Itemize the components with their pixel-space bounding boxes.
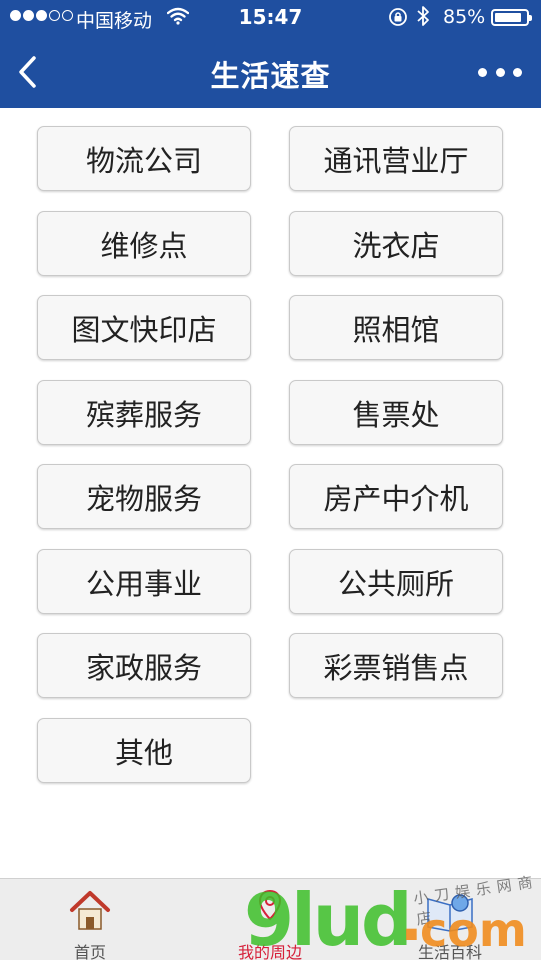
category-button[interactable]: 售票处	[289, 380, 503, 445]
watermark-main-text: 9lud	[244, 878, 413, 962]
category-button[interactable]: 宠物服务	[37, 464, 251, 529]
battery-level	[495, 13, 521, 22]
battery-icon	[491, 9, 532, 26]
home-icon	[70, 891, 110, 930]
watermark-suffix-text: com	[420, 903, 527, 957]
category-button[interactable]: 其他	[37, 718, 251, 783]
category-button[interactable]: 物流公司	[37, 126, 251, 191]
category-button[interactable]: 家政服务	[37, 633, 251, 698]
battery-percentage: 85%	[443, 6, 486, 28]
category-button[interactable]: 通讯营业厅	[289, 126, 503, 191]
category-button[interactable]: 图文快印店	[37, 295, 251, 360]
category-button[interactable]: 洗衣店	[289, 211, 503, 276]
more-dot	[513, 67, 522, 77]
more-dot	[495, 67, 505, 77]
category-button[interactable]: 公共厕所	[289, 549, 503, 614]
top-header: 中国移动 15:47 85% 生活速查	[0, 0, 541, 108]
more-horizontal-icon[interactable]	[478, 64, 522, 80]
tab-home[interactable]: 首页	[0, 879, 180, 962]
category-button[interactable]: 公用事业	[37, 549, 251, 614]
category-button[interactable]: 房产中介机	[289, 464, 503, 529]
category-button[interactable]: 维修点	[37, 211, 251, 276]
more-dot	[478, 67, 487, 77]
category-button[interactable]: 照相馆	[289, 295, 503, 360]
tab-label: 首页	[73, 943, 106, 962]
nav-bar: 生活速查	[0, 36, 541, 108]
page-title: 生活速查	[210, 59, 331, 93]
rotation-lock-icon	[389, 8, 407, 26]
category-button[interactable]: 殡葬服务	[37, 380, 251, 445]
watermark: 9lud 小刀娱乐网商店 . com	[240, 872, 540, 962]
bluetooth-icon	[417, 6, 429, 26]
status-bar: 中国移动 15:47 85%	[0, 0, 541, 36]
category-button[interactable]: 彩票销售点	[289, 633, 503, 698]
